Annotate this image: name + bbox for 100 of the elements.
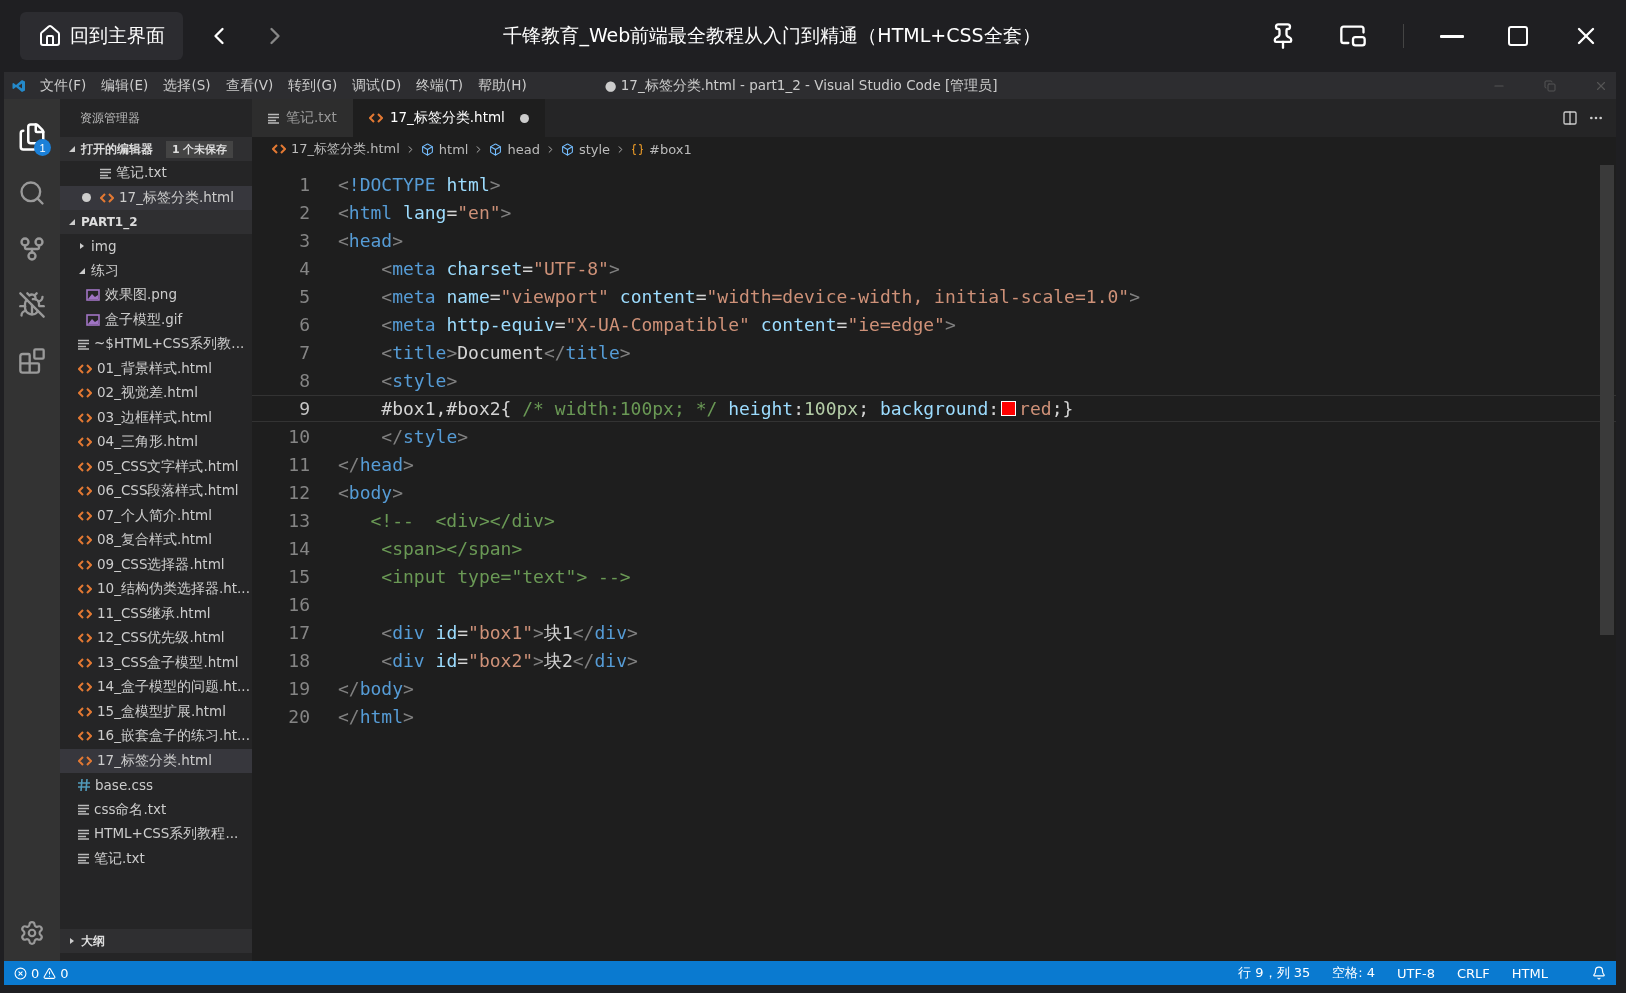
file-item[interactable]: 07_个人简介.html: [60, 503, 252, 528]
file-item[interactable]: ~$HTML+CSS系列教...: [60, 332, 252, 357]
file-item[interactable]: 14_盒子模型的问题.ht...: [60, 675, 252, 700]
file-item[interactable]: 09_CSS选择器.html: [60, 552, 252, 577]
code-text: <!-- <div></div>: [369, 510, 555, 531]
menu-item[interactable]: 查看(V): [225, 76, 274, 95]
file-item[interactable]: 盒子模型.gif: [60, 307, 252, 332]
code-text: <title>Document</title>: [380, 342, 631, 363]
file-item[interactable]: 03_边框样式.html: [60, 405, 252, 430]
editor-tab[interactable]: 17_标签分类.html: [352, 99, 545, 137]
file-item[interactable]: 05_CSS文字样式.html: [60, 454, 252, 479]
menu-item[interactable]: 文件(F): [40, 76, 87, 95]
line-number: 4: [298, 258, 311, 279]
scrollbar[interactable]: [1600, 165, 1614, 635]
section-header[interactable]: 打开的编辑器 1 个未保存: [60, 137, 252, 161]
code-text: <body>: [338, 482, 404, 503]
code-text: <div id="box1">块1</div>: [380, 620, 638, 645]
minimize-icon: [1440, 34, 1464, 38]
section-header[interactable]: PART1_2: [60, 210, 252, 234]
code-text: <!DOCTYPE html>: [338, 174, 501, 195]
status-item[interactable]: CRLF: [1456, 965, 1490, 981]
file-item[interactable]: 02_视觉差.html: [60, 381, 252, 406]
section-title: 大纲: [81, 932, 105, 950]
warning-icon: [43, 966, 57, 980]
line-number: 13: [287, 510, 311, 531]
split-editor-icon[interactable]: [1562, 110, 1578, 126]
breadcrumb[interactable]: head: [507, 141, 540, 157]
menu-item[interactable]: 转到(G): [288, 76, 338, 95]
open-editor-item[interactable]: 17_标签分类.html: [60, 185, 252, 210]
line-number: 5: [298, 286, 311, 307]
angle-brackets-icon: [78, 387, 92, 400]
file-item[interactable]: 01_背景样式.html: [60, 356, 252, 381]
editor-tab[interactable]: 笔记.txt: [252, 99, 353, 137]
menu-item[interactable]: 调试(D): [352, 76, 402, 95]
breadcrumb[interactable]: #box1: [649, 141, 692, 157]
file-item[interactable]: 06_CSS段落样式.html: [60, 479, 252, 504]
folder-item[interactable]: 练习: [60, 258, 252, 283]
open-editor-item[interactable]: 笔记.txt: [60, 161, 252, 186]
breadcrumb[interactable]: html: [438, 141, 469, 157]
files-icon: [17, 122, 47, 152]
warning-count[interactable]: 0: [60, 965, 69, 981]
code-text: <head>: [338, 230, 404, 251]
status-item[interactable]: 行 9，列 35: [1238, 964, 1311, 982]
folder-item[interactable]: img: [60, 234, 252, 259]
cube-icon: [420, 142, 434, 156]
search-icon: [18, 179, 46, 207]
menu-item[interactable]: 终端(T): [416, 76, 463, 95]
angle-brackets-icon: [368, 112, 383, 124]
window-title: ● 17_标签分类.html - part1_2 - Visual Studio Code [管理员]: [604, 76, 999, 95]
file-item[interactable]: 13_CSS盒子模型.html: [60, 650, 252, 675]
file-item[interactable]: 10_结构伪类选择器.ht...: [60, 577, 252, 602]
file-item[interactable]: 17_标签分类.html: [60, 748, 252, 773]
line-number: 8: [298, 370, 311, 391]
bell-icon[interactable]: [1592, 966, 1606, 980]
sidebar-title: 资源管理器: [80, 109, 140, 127]
home-button[interactable]: 回到主界面: [20, 12, 183, 60]
line-number: 15: [287, 566, 311, 587]
angle-brackets-icon: [78, 607, 92, 620]
section-header[interactable]: 大纲: [60, 929, 252, 953]
lines-icon: [268, 112, 279, 124]
file-item[interactable]: 12_CSS优先级.html: [60, 626, 252, 651]
file-item[interactable]: 08_复合样式.html: [60, 528, 252, 553]
breadcrumb[interactable]: 17_标签分类.html: [291, 140, 400, 158]
maximize-icon: [1506, 24, 1530, 48]
status-item[interactable]: HTML: [1511, 965, 1548, 981]
unsaved-dot-icon: [82, 193, 91, 203]
menu-item[interactable]: 编辑(E): [101, 76, 149, 95]
file-item[interactable]: HTML+CSS系列教程...: [60, 822, 252, 847]
activity-button[interactable]: 1: [4, 109, 60, 165]
angle-brackets-icon: [78, 485, 92, 498]
file-item[interactable]: css命名.txt: [60, 797, 252, 822]
lines-icon: [78, 853, 89, 865]
file-item[interactable]: 笔记.txt: [60, 846, 252, 871]
blocks-icon: [18, 347, 46, 375]
braces-icon: [631, 142, 645, 156]
file-item[interactable]: 11_CSS继承.html: [60, 601, 252, 626]
vscode-logo-icon: [12, 78, 26, 93]
status-item[interactable]: UTF-8: [1397, 965, 1435, 981]
error-count[interactable]: 0: [31, 965, 40, 981]
menu-item[interactable]: 选择(S): [163, 76, 211, 95]
line-number: 10: [287, 426, 311, 447]
menu-item[interactable]: 帮助(H): [478, 76, 527, 95]
caret-icon: [68, 145, 76, 153]
code-text: </html>: [338, 706, 414, 727]
angle-brackets-icon: [78, 681, 92, 694]
code-text: <style>: [380, 370, 458, 391]
angle-brackets-icon: [78, 583, 92, 596]
file-item[interactable]: 15_盒模型扩展.html: [60, 699, 252, 724]
caret-icon: [78, 266, 86, 275]
code-text: </body>: [338, 678, 414, 699]
file-item[interactable]: 16_嵌套盒子的练习.ht...: [60, 724, 252, 749]
count-badge: 1: [34, 139, 51, 156]
file-item[interactable]: base.css: [60, 773, 252, 798]
file-item[interactable]: 效果图.png: [60, 283, 252, 308]
code-text: <meta name="viewport" content="width=device-width, initial-scale=1.0">: [380, 286, 1140, 307]
video-title: 千锋教育_Web前端最全教程从入门到精通（HTML+CSS全套）: [502, 23, 1042, 49]
status-item[interactable]: 空格: 4: [1332, 964, 1376, 982]
file-item[interactable]: 04_三角形.html: [60, 430, 252, 455]
breadcrumb[interactable]: style: [578, 141, 611, 157]
angle-brackets-icon: [78, 362, 92, 375]
